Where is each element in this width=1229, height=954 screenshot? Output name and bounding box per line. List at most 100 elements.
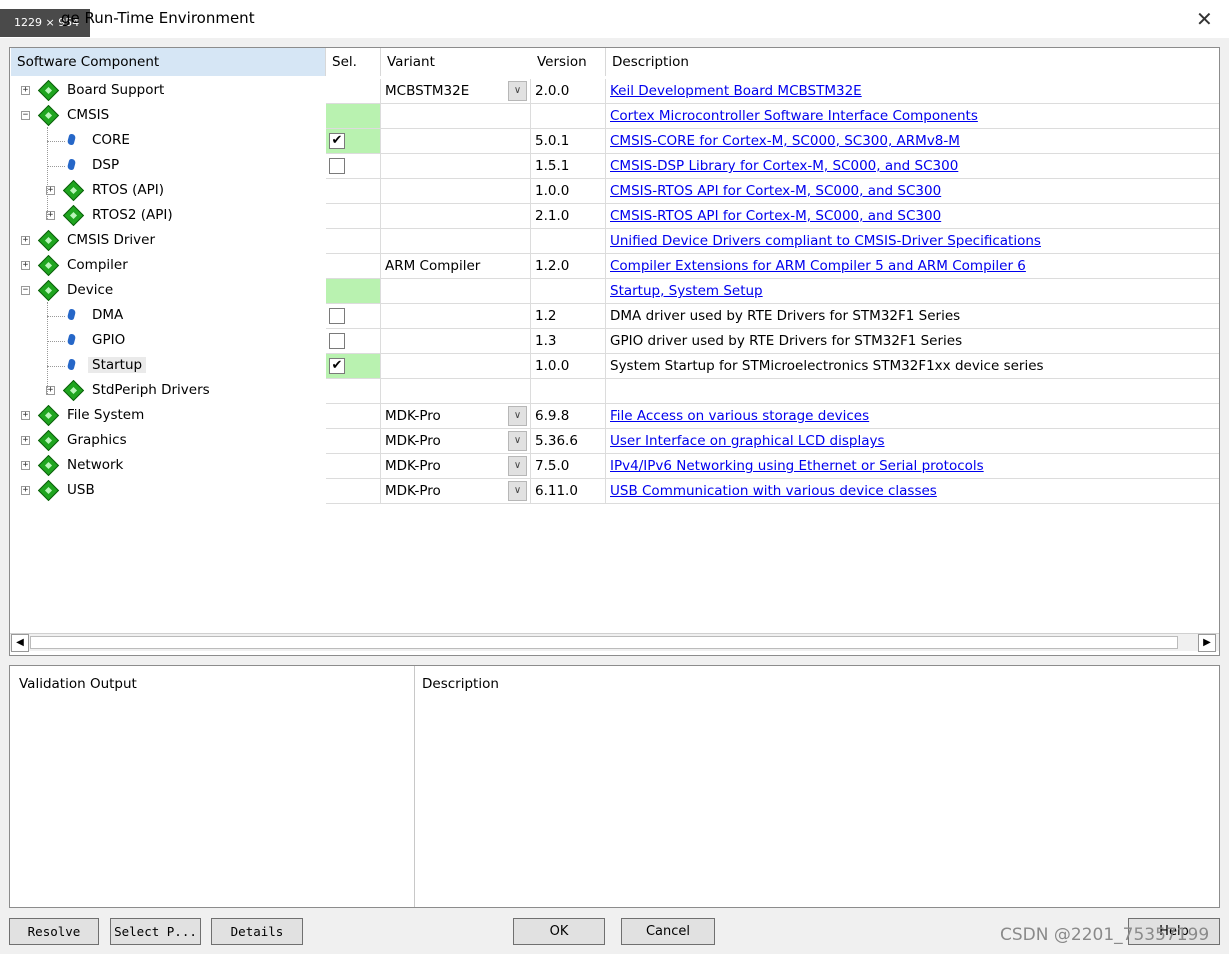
expand-icon[interactable]: +	[21, 86, 30, 95]
expand-icon[interactable]: +	[21, 411, 30, 420]
description-link[interactable]: File Access on various storage devices	[610, 408, 869, 424]
horizontal-scrollbar[interactable]: ◀ ▶	[10, 633, 1219, 652]
select-checkbox[interactable]	[329, 158, 345, 174]
description-link[interactable]: CMSIS-DSP Library for Cortex-M, SC000, a…	[610, 158, 958, 174]
component-gem-icon	[37, 229, 60, 252]
variant-cell[interactable]: MCBSTM32E ∨	[381, 79, 531, 104]
tree-row[interactable]: + RTOS (API)	[10, 179, 326, 204]
description-cell: Keil Development Board MCBSTM32E	[606, 79, 1219, 104]
variant-cell[interactable]: MDK-Pro ∨	[381, 404, 531, 429]
version-cell: 6.11.0	[531, 479, 606, 504]
scroll-thumb[interactable]	[30, 636, 1178, 649]
version-cell	[531, 379, 606, 404]
expand-icon[interactable]: +	[21, 461, 30, 470]
scroll-left-icon[interactable]: ◀	[11, 634, 29, 652]
tree-row[interactable]: + RTOS2 (API)	[10, 204, 326, 229]
tree-row[interactable]: + Compiler	[10, 254, 326, 279]
component-gem-icon	[37, 429, 60, 452]
component-leaf-icon	[66, 309, 77, 320]
tree-row[interactable]: + USB	[10, 479, 326, 504]
sel-cell	[326, 229, 381, 254]
select-checkbox[interactable]: ✔	[329, 358, 345, 374]
collapse-icon[interactable]: −	[21, 286, 30, 295]
collapse-icon[interactable]: −	[21, 111, 30, 120]
tree-row[interactable]: DMA	[10, 304, 326, 329]
resolve-button[interactable]: Resolve	[9, 918, 99, 945]
description-link[interactable]: Unified Device Drivers compliant to CMSI…	[610, 233, 1041, 249]
chevron-down-icon[interactable]: ∨	[508, 81, 527, 101]
description-link[interactable]: CMSIS-RTOS API for Cortex-M, SC000, and …	[610, 183, 941, 199]
version-value: 1.0.0	[535, 358, 570, 374]
select-checkbox[interactable]	[329, 333, 345, 349]
tree-row[interactable]: + Board Support	[10, 79, 326, 104]
version-cell: 1.2.0	[531, 254, 606, 279]
chevron-down-icon[interactable]: ∨	[508, 431, 527, 451]
variant-cell[interactable]: MDK-Pro ∨	[381, 479, 531, 504]
sel-cell[interactable]	[326, 304, 381, 329]
description-text: DMA driver used by RTE Drivers for STM32…	[610, 308, 961, 324]
sel-cell	[326, 429, 381, 454]
validation-divider[interactable]	[414, 666, 415, 907]
expand-icon[interactable]: +	[21, 436, 30, 445]
details-button[interactable]: Details	[211, 918, 303, 945]
tree-row[interactable]: DSP	[10, 154, 326, 179]
expand-icon[interactable]: +	[21, 261, 30, 270]
tree-item-label: StdPeriph Drivers	[92, 382, 210, 398]
version-cell: 1.0.0	[531, 179, 606, 204]
variant-value: MCBSTM32E	[385, 83, 470, 99]
tree-row[interactable]: + CMSIS Driver	[10, 229, 326, 254]
description-link[interactable]: Compiler Extensions for ARM Compiler 5 a…	[610, 258, 1026, 274]
sel-cell[interactable]: ✔	[326, 129, 381, 154]
cancel-button[interactable]: Cancel	[621, 918, 715, 945]
tree-row[interactable]: + Graphics	[10, 429, 326, 454]
description-link[interactable]: Cortex Microcontroller Software Interfac…	[610, 108, 978, 124]
sel-cell[interactable]: ✔	[326, 354, 381, 379]
tree-item-label: CMSIS Driver	[67, 232, 156, 248]
scroll-right-icon[interactable]: ▶	[1198, 634, 1216, 652]
chevron-down-icon[interactable]: ∨	[508, 406, 527, 426]
sel-cell	[326, 404, 381, 429]
description-link[interactable]: USB Communication with various device cl…	[610, 483, 937, 499]
tree-row[interactable]: + Network	[10, 454, 326, 479]
sel-cell[interactable]	[326, 154, 381, 179]
description-cell: Cortex Microcontroller Software Interfac…	[606, 104, 1219, 129]
watermark: CSDN @2201_75357199	[1000, 925, 1210, 945]
tree-row[interactable]: − CMSIS	[10, 104, 326, 129]
description-cell: File Access on various storage devices	[606, 404, 1219, 429]
component-gem-icon	[62, 204, 85, 227]
description-link[interactable]: User Interface on graphical LCD displays	[610, 433, 885, 449]
close-icon[interactable]: ✕	[1196, 7, 1213, 31]
tree-row[interactable]: Startup	[10, 354, 326, 379]
expand-icon[interactable]: +	[21, 486, 30, 495]
tree-item-label: DSP	[92, 157, 120, 173]
select-packs-button[interactable]: Select P...	[110, 918, 201, 945]
tree-row[interactable]: CORE	[10, 129, 326, 154]
variant-cell[interactable]: MDK-Pro ∨	[381, 454, 531, 479]
description-text: GPIO driver used by RTE Drivers for STM3…	[610, 333, 963, 349]
select-checkbox[interactable]: ✔	[329, 133, 345, 149]
tree-row[interactable]: + StdPeriph Drivers	[10, 379, 326, 404]
tree-connector	[47, 141, 65, 142]
variant-cell	[381, 329, 531, 354]
tree-row[interactable]: GPIO	[10, 329, 326, 354]
version-cell: 5.0.1	[531, 129, 606, 154]
description-link[interactable]: CMSIS-RTOS API for Cortex-M, SC000, and …	[610, 208, 941, 224]
tree-row[interactable]: + File System	[10, 404, 326, 429]
sel-cell	[326, 279, 381, 304]
ok-button[interactable]: OK	[513, 918, 605, 945]
description-link[interactable]: IPv4/IPv6 Networking using Ethernet or S…	[610, 458, 984, 474]
expand-icon[interactable]: +	[21, 236, 30, 245]
sel-cell[interactable]	[326, 329, 381, 354]
tree-item-label: CMSIS	[67, 107, 110, 123]
description-link[interactable]: CMSIS-CORE for Cortex-M, SC000, SC300, A…	[610, 133, 960, 149]
select-checkbox[interactable]	[329, 308, 345, 324]
chevron-down-icon[interactable]: ∨	[508, 481, 527, 501]
variant-cell[interactable]: MDK-Pro ∨	[381, 429, 531, 454]
chevron-down-icon[interactable]: ∨	[508, 456, 527, 476]
version-value: 1.2	[535, 308, 557, 324]
version-value: 7.5.0	[535, 458, 570, 474]
description-link[interactable]: Startup, System Setup	[610, 283, 763, 299]
description-link[interactable]: Keil Development Board MCBSTM32E	[610, 83, 862, 99]
tree-row[interactable]: − Device	[10, 279, 326, 304]
version-value: 6.9.8	[535, 408, 570, 424]
